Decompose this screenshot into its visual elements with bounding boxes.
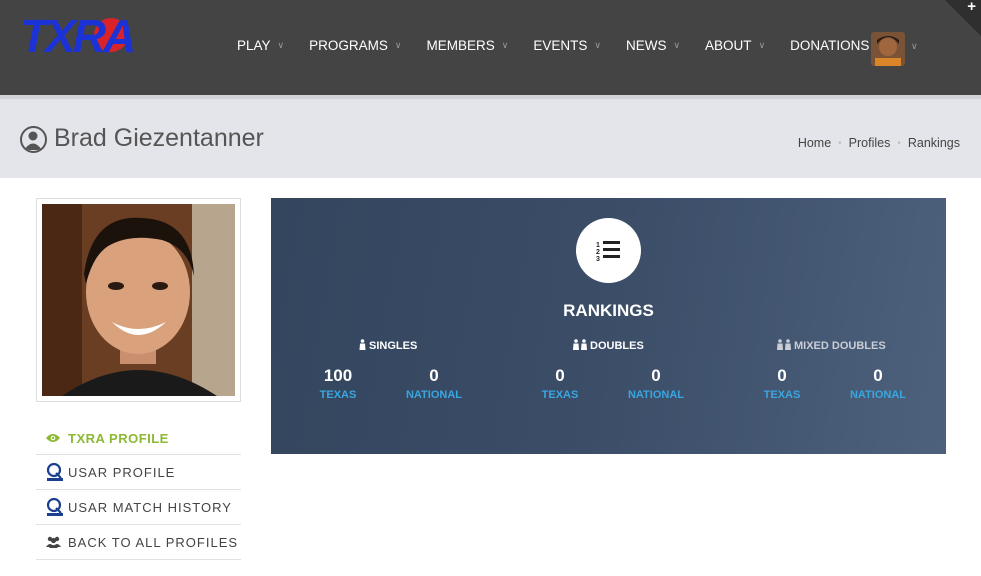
svg-text:2: 2 <box>596 249 600 256</box>
category-label: DOUBLES <box>590 340 644 352</box>
menu-label: TXRA PROFILE <box>68 430 169 446</box>
eye-icon <box>46 433 68 443</box>
profile-side-menu: TXRA PROFILE USAR PROFILE USAR MATCH HIS… <box>36 422 241 560</box>
chevron-down-icon: ∨ <box>594 40 601 50</box>
mixed-national-value: 0 <box>873 366 883 385</box>
singles-national-label[interactable]: NATIONAL <box>394 389 474 401</box>
singles-national-value: 0 <box>429 366 439 385</box>
person-icon <box>358 339 367 353</box>
users-icon <box>46 536 68 548</box>
breadcrumb-separator: • <box>838 138 842 149</box>
logo-text: TXRA <box>20 10 136 62</box>
menu-label: BACK TO ALL PROFILES <box>68 534 239 550</box>
doubles-national-label[interactable]: NATIONAL <box>616 389 696 401</box>
mixed-doubles-heading: MIXED DOUBLES <box>776 339 886 353</box>
profile-photo <box>42 204 235 396</box>
menu-usar-profile[interactable]: USAR PROFILE <box>36 455 241 490</box>
nav-news[interactable]: NEWS ∨ <box>626 38 680 53</box>
singles-heading: SINGLES <box>358 339 417 353</box>
doubles-texas-value: 0 <box>555 366 565 385</box>
expand-corner[interactable]: + <box>945 0 981 36</box>
chevron-down-icon: ∨ <box>394 40 402 50</box>
rankings-title: RANKINGS <box>563 301 654 320</box>
singles-texas-value: 100 <box>323 366 353 385</box>
nav-label: ABOUT <box>705 38 752 53</box>
doubles-national-value: 0 <box>651 366 661 385</box>
nav-label: DONATIONS <box>790 38 870 53</box>
category-label: SINGLES <box>369 340 418 352</box>
r-sports-logo-icon <box>46 498 68 516</box>
menu-label: USAR MATCH HISTORY <box>68 499 232 515</box>
svg-text:3: 3 <box>596 256 600 263</box>
menu-usar-match-history[interactable]: USAR MATCH HISTORY <box>36 490 241 525</box>
chevron-down-icon: ∨ <box>501 40 509 50</box>
user-circle-icon <box>20 126 47 153</box>
nav-label: MEMBERS <box>426 38 495 53</box>
nav-events[interactable]: EVENTS ∨ <box>533 38 601 53</box>
doubles-texas-label[interactable]: TEXAS <box>520 389 600 401</box>
nav-about[interactable]: ABOUT ∨ <box>705 38 765 53</box>
plus-icon: + <box>967 0 976 15</box>
breadcrumb-rankings: Rankings <box>907 136 960 150</box>
main-nav: PLAY ∨ PROGRAMS ∨ MEMBERS ∨ EVENTS ∨ NEWS ∨ A… <box>237 38 894 53</box>
page-title: Brad Giezentanner <box>54 124 264 152</box>
two-people-icon <box>776 339 792 353</box>
nav-play[interactable]: PLAY ∨ <box>237 38 284 53</box>
svg-text:1: 1 <box>596 242 600 249</box>
breadcrumb: Home • Profiles • Rankings <box>798 136 960 152</box>
chevron-down-icon: ∨ <box>758 40 766 50</box>
chevron-down-icon: ∨ <box>673 40 681 50</box>
profile-photo-frame <box>36 198 241 402</box>
doubles-heading: DOUBLES <box>572 339 644 353</box>
nav-donations[interactable]: DONATIONS <box>790 38 869 53</box>
chevron-down-icon: ∨ <box>277 40 285 50</box>
chevron-down-icon[interactable]: ∨ <box>911 41 918 52</box>
breadcrumb-separator: • <box>897 138 901 149</box>
txra-logo[interactable]: TXRA <box>20 12 180 60</box>
r-sports-logo-icon <box>46 463 68 481</box>
ordered-list-icon: 1 2 3 <box>576 218 641 283</box>
nav-label: NEWS <box>625 38 667 53</box>
nav-programs[interactable]: PROGRAMS ∨ <box>309 38 401 53</box>
mixed-national-label[interactable]: NATIONAL <box>838 389 918 401</box>
menu-txra-profile[interactable]: TXRA PROFILE <box>36 422 241 455</box>
nav-members[interactable]: MEMBERS ∨ <box>426 38 508 53</box>
singles-texas-label[interactable]: TEXAS <box>298 389 378 401</box>
breadcrumb-profiles[interactable]: Profiles <box>849 136 891 152</box>
menu-label: USAR PROFILE <box>68 464 176 480</box>
category-label: MIXED DOUBLES <box>794 340 886 352</box>
nav-label: PROGRAMS <box>309 38 388 53</box>
two-people-icon <box>572 339 588 353</box>
mixed-texas-value: 0 <box>777 366 787 385</box>
breadcrumb-home[interactable]: Home <box>798 136 831 152</box>
mixed-texas-label[interactable]: TEXAS <box>742 389 822 401</box>
page-header: Brad Giezentanner Home • Profiles • Rank… <box>0 95 981 178</box>
menu-back-to-profiles[interactable]: BACK TO ALL PROFILES <box>36 525 241 560</box>
user-avatar[interactable] <box>871 32 905 66</box>
top-navbar: TXRA PLAY ∨ PROGRAMS ∨ MEMBERS ∨ EVENTS ∨ NE… <box>0 0 981 95</box>
nav-label: EVENTS <box>533 38 588 53</box>
rankings-panel: 1 2 3 RANKINGS SINGLES 100 TEXAS 0 NATIO… <box>271 198 946 454</box>
nav-label: PLAY <box>237 38 271 53</box>
